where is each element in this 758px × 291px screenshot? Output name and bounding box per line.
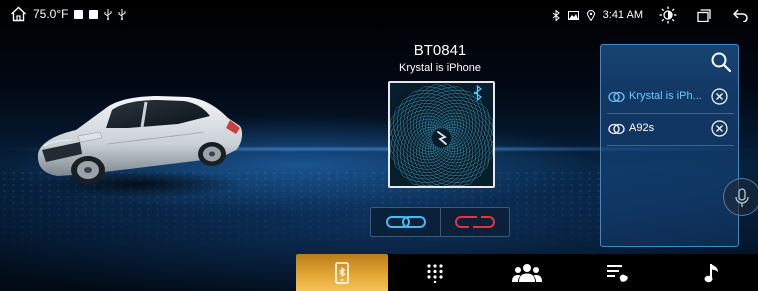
- status-right: 3:41 AM: [552, 6, 748, 24]
- remove-device-icon[interactable]: [711, 120, 728, 142]
- location-icon: [586, 9, 595, 21]
- bluetooth-screen: 75.0°F 3:41 AM BT0841 Krystal is iPhone …: [0, 0, 758, 291]
- search-icon[interactable]: [710, 51, 732, 73]
- tab-call-log[interactable]: [573, 254, 665, 291]
- disconnect-button[interactable]: [440, 207, 510, 237]
- dialpad-icon: [427, 263, 443, 283]
- remove-device-icon[interactable]: [711, 88, 728, 110]
- row-divider: [607, 145, 734, 146]
- bluetooth-phone-icon: [335, 261, 350, 284]
- connect-button[interactable]: [370, 207, 440, 237]
- paired-device-row[interactable]: A92s: [601, 114, 738, 144]
- usb-icon: [104, 8, 112, 20]
- bluetooth-status-icon: [552, 9, 560, 21]
- multiwindow-icon[interactable]: [697, 8, 711, 22]
- connection-buttons: [370, 207, 510, 237]
- status-bar: 75.0°F 3:41 AM: [0, 0, 758, 30]
- link-icon: [385, 216, 426, 228]
- tab-dialpad[interactable]: [388, 254, 480, 291]
- microphone-icon[interactable]: [723, 178, 758, 216]
- bluetooth-device-name: BT0841: [413, 42, 467, 59]
- tab-contacts[interactable]: [481, 254, 573, 291]
- notification-square-icon: [74, 9, 84, 19]
- paired-device-row[interactable]: Krystal is iPh...: [601, 82, 738, 112]
- gallery-status-icon: [567, 10, 579, 20]
- paired-device-label: Krystal is iPh...: [629, 90, 702, 102]
- tab-phone-device[interactable]: [296, 254, 389, 291]
- contacts-icon: [512, 263, 543, 282]
- bottom-navigation: [296, 254, 758, 291]
- temperature-label: 75.0°F: [33, 7, 69, 21]
- link-icon: [608, 90, 625, 108]
- tab-music[interactable]: [666, 254, 758, 291]
- bluetooth-icon: [473, 84, 482, 102]
- status-left: 75.0°F: [10, 6, 126, 22]
- bluetooth-artwork: [388, 81, 495, 188]
- paired-device-label: A92s: [629, 122, 655, 134]
- call-log-icon: [607, 264, 629, 282]
- home-icon[interactable]: [10, 6, 27, 22]
- car-illustration: [28, 84, 248, 209]
- music-note-icon: [704, 263, 718, 282]
- connected-phone-name: Krystal is iPhone: [399, 62, 481, 74]
- back-icon[interactable]: [733, 8, 748, 22]
- clock-label: 3:41 AM: [602, 9, 643, 21]
- link-icon: [608, 122, 625, 140]
- paired-devices-panel: Krystal is iPh... A92s: [600, 44, 739, 247]
- usb-icon: [118, 8, 126, 20]
- notification-square-icon: [89, 9, 99, 19]
- brightness-icon[interactable]: [659, 6, 677, 24]
- unlink-icon: [455, 216, 495, 228]
